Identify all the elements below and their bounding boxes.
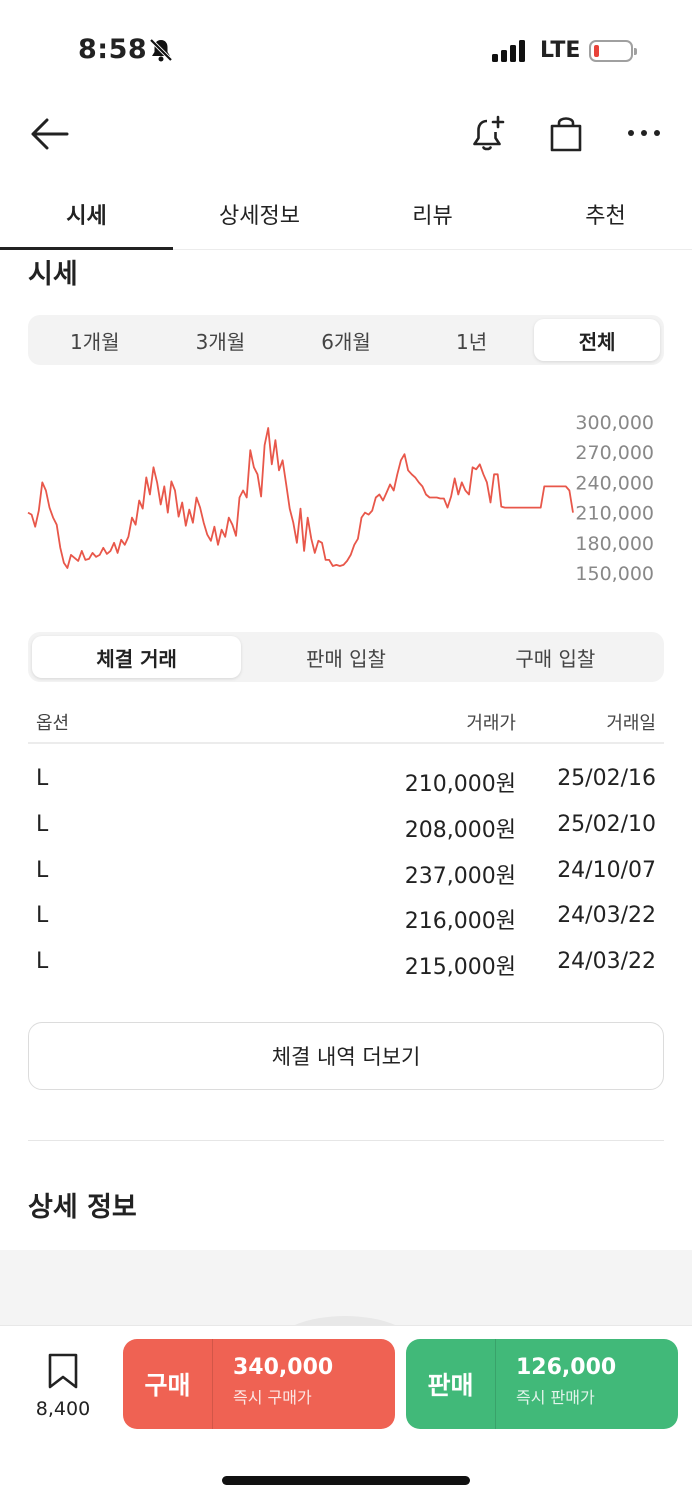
y-tick-label: 150,000: [575, 563, 654, 585]
tab-price[interactable]: 시세: [0, 180, 173, 250]
row-option: L: [36, 766, 49, 791]
period-1-year[interactable]: 1년: [409, 319, 535, 361]
period-6-months[interactable]: 6개월: [283, 319, 409, 361]
app-bar: [0, 100, 692, 170]
row-price: 216,000원: [404, 909, 516, 934]
row-date: 25/02/10: [557, 812, 656, 837]
bell-plus-icon[interactable]: [466, 112, 510, 156]
y-tick-label: 300,000: [575, 412, 654, 434]
bookmark-icon: [48, 1353, 78, 1389]
y-tick-label: 270,000: [575, 442, 654, 464]
row-option: L: [36, 858, 49, 883]
header-option: 옵션: [36, 713, 70, 734]
back-arrow-icon[interactable]: [26, 114, 72, 154]
y-tick-label: 210,000: [575, 503, 654, 525]
status-time: 8:58: [78, 34, 148, 65]
status-bar: 8:58 LTE: [0, 0, 692, 100]
row-date: 25/02/16: [557, 766, 656, 791]
bookmark-count: 8,400: [35, 1398, 91, 1420]
price-series-line: [27, 427, 574, 569]
network-label: LTE: [540, 38, 581, 63]
sell-button[interactable]: 판매 126,000 즉시 판매가: [406, 1339, 678, 1429]
sell-price: 126,000: [516, 1355, 617, 1380]
price-chart-svg: 300,000 270,000 240,000 210,000 180,000 150,0…: [27, 412, 654, 585]
bookmark-button[interactable]: 8,400: [30, 1352, 96, 1420]
period-3-months[interactable]: 3개월: [158, 319, 284, 361]
table-row: L 215,000원 24/03/22: [28, 941, 664, 987]
row-price: 215,000원: [404, 955, 516, 980]
row-price: 237,000원: [404, 864, 516, 889]
header-date: 거래일: [606, 713, 656, 734]
product-tabs: 시세 상세정보 리뷰 추천: [0, 180, 692, 250]
row-option: L: [36, 903, 49, 928]
row-option: L: [36, 812, 49, 837]
tab-details[interactable]: 상세정보: [173, 180, 346, 249]
tab-buy-bids[interactable]: 구매 입찰: [451, 636, 660, 678]
shopping-bag-icon[interactable]: [544, 112, 588, 156]
section-divider: [28, 1140, 664, 1141]
period-all[interactable]: 전체: [534, 319, 660, 361]
row-date: 24/03/22: [557, 903, 656, 928]
y-tick-label: 240,000: [575, 472, 654, 494]
signal-icon: [492, 40, 528, 62]
row-price: 210,000원: [404, 772, 516, 797]
bell-off-icon: [148, 37, 174, 67]
row-date: 24/03/22: [557, 949, 656, 974]
table-row: L 216,000원 24/03/22: [28, 895, 664, 941]
sell-label: 판매: [406, 1339, 496, 1429]
buy-label: 구매: [123, 1339, 213, 1429]
y-tick-label: 180,000: [575, 533, 654, 555]
battery-icon: [589, 40, 637, 62]
tab-recommend[interactable]: 추천: [519, 180, 692, 249]
sell-sub: 즉시 판매가: [516, 1388, 595, 1407]
row-price: 208,000원: [404, 818, 516, 843]
table-row: L 208,000원 25/02/10: [28, 804, 664, 850]
bottom-action-bar: 8,400 구매 340,000 즉시 구매가 판매 126,000 즉시 판매…: [0, 1325, 692, 1500]
more-trades-button[interactable]: 체결 내역 더보기: [28, 1022, 664, 1090]
price-chart[interactable]: 300,000 270,000 240,000 210,000 180,000 150,0…: [27, 395, 664, 595]
table-row: L 237,000원 24/10/07: [28, 850, 664, 896]
table-header: 옵션 거래가 거래일: [28, 700, 664, 744]
price-section-title: 시세: [28, 259, 78, 290]
buy-sub: 즉시 구매가: [233, 1388, 312, 1407]
more-icon[interactable]: [622, 118, 666, 148]
period-1-month[interactable]: 1개월: [32, 319, 158, 361]
trade-type-selector: 체결 거래 판매 입찰 구매 입찰: [28, 632, 664, 682]
row-option: L: [36, 949, 49, 974]
row-date: 24/10/07: [557, 858, 656, 883]
period-selector: 1개월 3개월 6개월 1년 전체: [28, 315, 664, 365]
detail-section-title: 상세 정보: [28, 1192, 137, 1223]
buy-price: 340,000: [233, 1355, 334, 1380]
home-indicator: [222, 1476, 470, 1485]
table-row: L 210,000원 25/02/16: [28, 758, 664, 804]
tab-reviews[interactable]: 리뷰: [346, 180, 519, 249]
tab-completed-trades[interactable]: 체결 거래: [32, 636, 242, 678]
buy-button[interactable]: 구매 340,000 즉시 구매가: [123, 1339, 395, 1429]
header-price: 거래가: [466, 713, 516, 734]
tab-sell-bids[interactable]: 판매 입찰: [241, 636, 450, 678]
